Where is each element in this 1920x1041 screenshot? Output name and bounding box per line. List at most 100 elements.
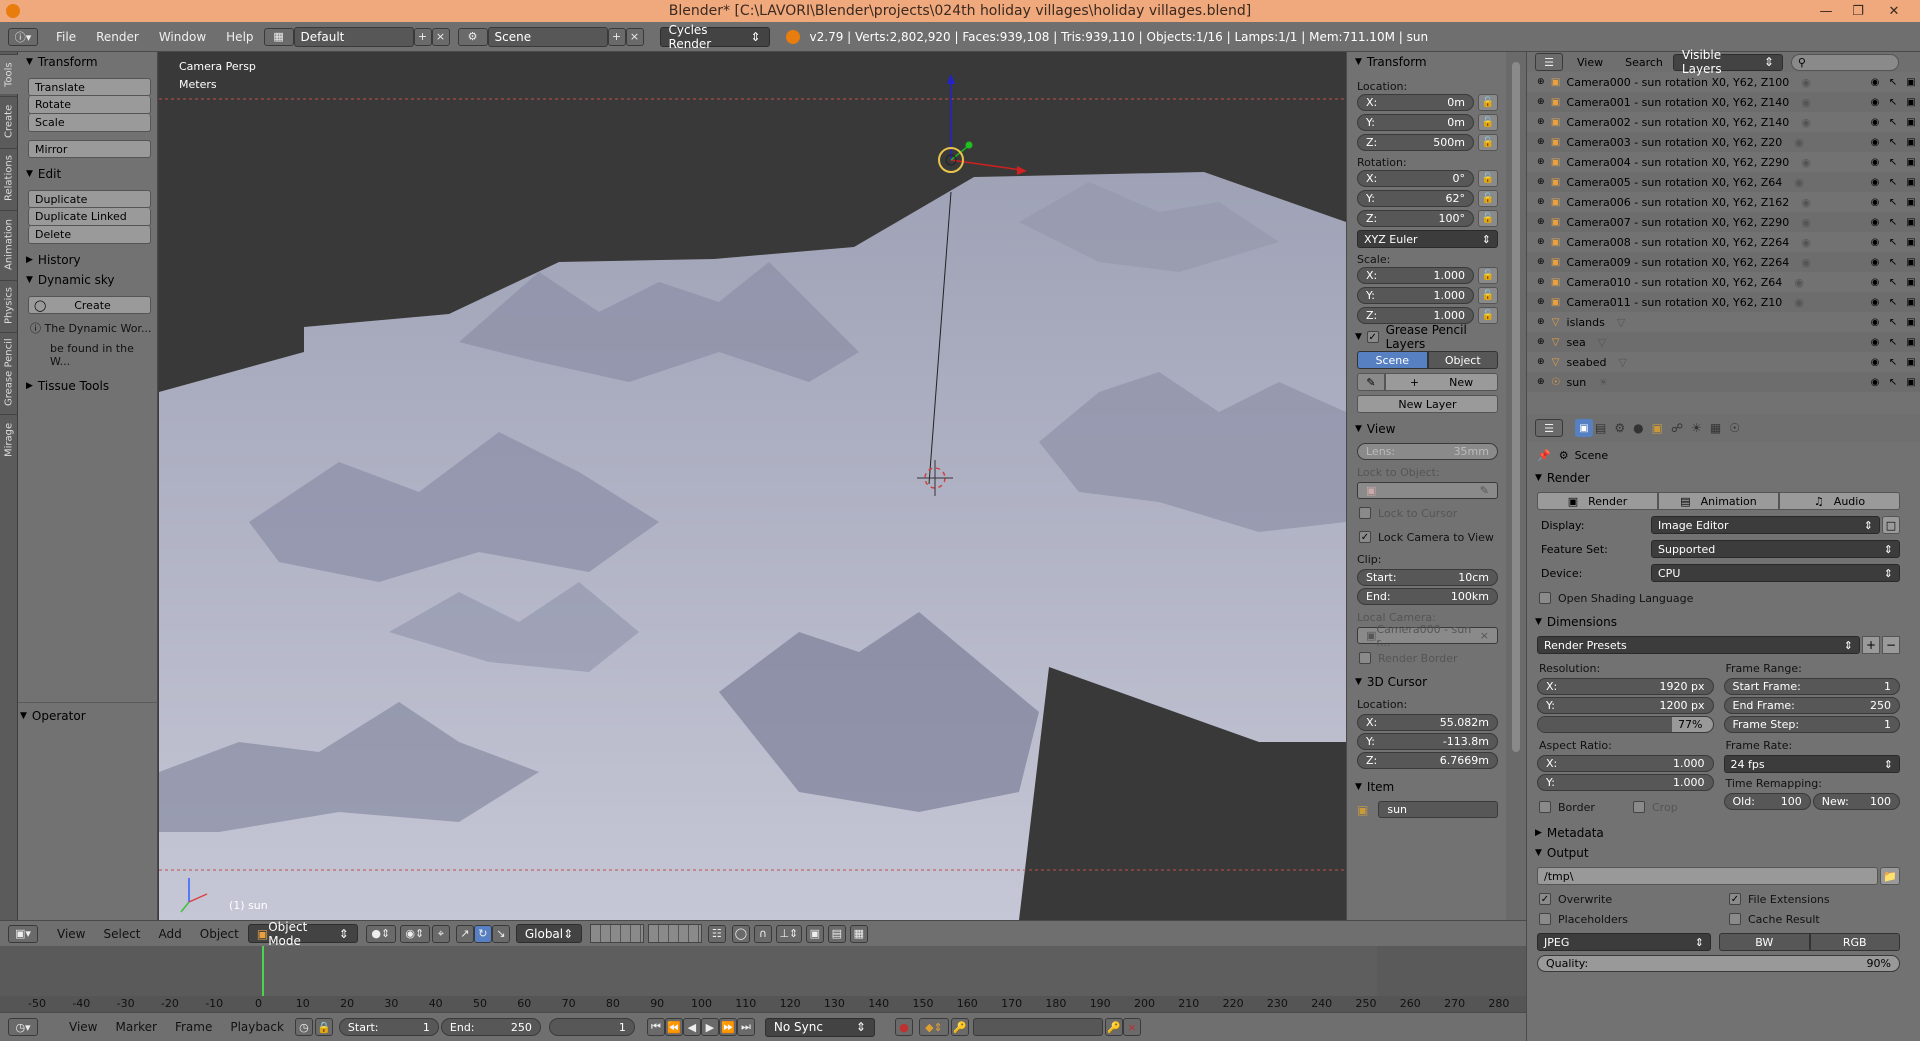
- panel-operator-header[interactable]: ▼ Operator: [12, 706, 86, 726]
- render-icon[interactable]: ▣: [1902, 297, 1920, 308]
- shading-icon[interactable]: ●⇕: [365, 924, 396, 943]
- outliner-row[interactable]: ⊕ ▣ Camera010 - sun rotation X0, Y62, Z64 ◉…: [1527, 272, 1920, 292]
- physics-tab-icon[interactable]: ☉: [1729, 421, 1740, 435]
- camera-data-icon[interactable]: ◉: [1801, 76, 1811, 89]
- camera-data-icon[interactable]: ◉: [1801, 96, 1811, 109]
- snap-element-icon[interactable]: ⊥⇕: [775, 924, 802, 943]
- outliner-view-menu[interactable]: View: [1577, 56, 1603, 69]
- 3d-viewport[interactable]: Camera Persp Meters (1) sun: [159, 52, 1346, 920]
- cursor-icon[interactable]: ↖: [1884, 137, 1902, 148]
- timeline-editor-icon[interactable]: ◷▾: [8, 1018, 38, 1036]
- outliner-item-name[interactable]: islands: [1567, 316, 1605, 329]
- scale-manipulator-icon[interactable]: ↘: [491, 924, 510, 943]
- delete-keyframe-icon[interactable]: ×: [1122, 1018, 1141, 1036]
- outliner-item-name[interactable]: seabed: [1567, 356, 1607, 369]
- clip-end-field[interactable]: End: 100km: [1357, 588, 1498, 605]
- cursor-icon[interactable]: ↖: [1884, 77, 1902, 88]
- panel-render-header[interactable]: ▼ Render: [1527, 468, 1920, 488]
- remove-layout-icon[interactable]: ×: [431, 27, 450, 46]
- render-icon[interactable]: ▣: [1902, 137, 1920, 148]
- resolution-percentage-slider[interactable]: 77%: [1537, 716, 1714, 733]
- fullscreen-icon[interactable]: □: [1882, 516, 1900, 534]
- translate-manipulator-icon[interactable]: ↗: [455, 924, 474, 943]
- menu-window[interactable]: Window: [149, 30, 216, 44]
- expand-icon[interactable]: ⊕: [1537, 257, 1545, 267]
- play-reverse-icon[interactable]: ◀: [682, 1018, 701, 1036]
- camera-data-icon[interactable]: ◉: [1801, 196, 1811, 209]
- scene-icon[interactable]: ⚙: [457, 27, 488, 46]
- menu-render[interactable]: Render: [86, 30, 149, 44]
- frame-menu[interactable]: Frame: [166, 1020, 221, 1034]
- eye-icon[interactable]: ◉: [1866, 337, 1884, 348]
- current-frame-field[interactable]: 1: [548, 1018, 635, 1036]
- render-icon[interactable]: ▣: [1902, 257, 1920, 268]
- lock-icon[interactable]: 🔓: [1478, 307, 1498, 324]
- panel-history-header[interactable]: ▶ History: [18, 250, 157, 270]
- scale-x-field[interactable]: X: 1.000: [1357, 267, 1474, 284]
- camera-data-icon[interactable]: ◉: [1801, 216, 1811, 229]
- tab-physics[interactable]: Physics: [0, 280, 18, 330]
- outliner-item-name[interactable]: Camera008 - sun rotation X0, Y62, Z264: [1567, 236, 1790, 249]
- texture-tab-icon[interactable]: ▦: [1710, 421, 1721, 435]
- frame-step-field[interactable]: Frame Step: 1: [1723, 716, 1900, 733]
- panel-transform-header[interactable]: ▼ Transform: [18, 52, 157, 72]
- duplicate-linked-button[interactable]: Duplicate Linked: [28, 208, 151, 226]
- resolution-y-field[interactable]: Y: 1200 px: [1537, 697, 1714, 714]
- outliner-item-name[interactable]: Camera011 - sun rotation X0, Y62, Z10: [1567, 296, 1783, 309]
- animation-button[interactable]: ▤ Animation: [1658, 492, 1779, 510]
- aspect-y-field[interactable]: Y: 1.000: [1537, 774, 1714, 791]
- tab-tools[interactable]: Tools: [0, 54, 18, 94]
- outliner-row[interactable]: ⊕ ▣ Camera001 - sun rotation X0, Y62, Z140…: [1527, 92, 1920, 112]
- cursor-icon[interactable]: ↖: [1884, 317, 1902, 328]
- scale-button[interactable]: Scale: [28, 114, 151, 132]
- file-format-select[interactable]: JPEG ⇕: [1537, 933, 1711, 951]
- render-engine-select[interactable]: Cycles Render ⇕: [659, 23, 770, 51]
- clip-start-field[interactable]: Start: 10cm: [1357, 569, 1498, 586]
- outliner-row[interactable]: ⊕ ▽ sea ▽ ◉ ↖ ▣: [1527, 332, 1920, 352]
- expand-icon[interactable]: ⊕: [1537, 157, 1545, 167]
- tab-animation[interactable]: Animation: [0, 210, 18, 278]
- render-presets-select[interactable]: Render Presets ⇕: [1537, 636, 1860, 654]
- expand-icon[interactable]: ⊕: [1537, 317, 1545, 327]
- cursor-icon[interactable]: ↖: [1884, 257, 1902, 268]
- quality-slider[interactable]: Quality: 90%: [1537, 955, 1900, 972]
- start-frame-field[interactable]: Start: 1: [338, 1018, 439, 1036]
- jump-end-icon[interactable]: ⏭: [736, 1018, 755, 1036]
- gp-new-button[interactable]: + New: [1385, 373, 1498, 391]
- eye-icon[interactable]: ◉: [1866, 177, 1884, 188]
- add-layout-icon[interactable]: +: [413, 27, 432, 46]
- lock-layers-icon[interactable]: ☷: [707, 924, 726, 943]
- tab-grease-pencil[interactable]: Grease Pencil: [0, 332, 18, 412]
- cursor-icon[interactable]: ↖: [1884, 197, 1902, 208]
- lock-icon[interactable]: 🔓: [1478, 170, 1498, 187]
- timeline[interactable]: -50 -40 -30 -20 -10 0 10 20 30 40 50 60 70 80 90 100 110…: [0, 946, 1526, 1012]
- outliner-item-name[interactable]: Camera009 - sun rotation X0, Y62, Z264: [1567, 256, 1790, 269]
- screen-layout-field[interactable]: Default: [293, 26, 414, 47]
- placeholders-checkbox[interactable]: Placeholders: [1527, 909, 1717, 929]
- render-icon[interactable]: ▣: [1902, 217, 1920, 228]
- properties-scrollbar[interactable]: [1506, 52, 1526, 920]
- output-path-input[interactable]: /tmp\: [1537, 867, 1878, 885]
- outliner-row[interactable]: ⊕ ▣ Camera009 - sun rotation X0, Y62, Z264…: [1527, 252, 1920, 272]
- object-menu[interactable]: Object: [191, 927, 248, 941]
- render-icon[interactable]: ▣: [1902, 177, 1920, 188]
- keying-set-icon[interactable]: ◆⇕: [918, 1018, 949, 1036]
- rotation-x-field[interactable]: X: 0°: [1357, 170, 1474, 187]
- outliner-filter-select[interactable]: Visible Layers ⇕: [1672, 48, 1783, 76]
- cursor-icon[interactable]: ↖: [1884, 117, 1902, 128]
- current-frame-line[interactable]: [262, 946, 264, 996]
- gp-object-toggle[interactable]: Object: [1427, 351, 1498, 369]
- eye-icon[interactable]: ◉: [1866, 317, 1884, 328]
- insert-keyframe-icon[interactable]: 🔑: [1104, 1018, 1123, 1036]
- camera-data-icon[interactable]: ◉: [1801, 236, 1811, 249]
- eye-icon[interactable]: ◉: [1866, 77, 1884, 88]
- outliner-item-name[interactable]: Camera005 - sun rotation X0, Y62, Z64: [1567, 176, 1783, 189]
- mesh-data-icon[interactable]: ▽: [1598, 336, 1606, 349]
- cursor-icon[interactable]: ↖: [1884, 157, 1902, 168]
- menu-file[interactable]: File: [46, 30, 86, 44]
- render-icon[interactable]: ▣: [1902, 97, 1920, 108]
- expand-icon[interactable]: ⊕: [1537, 337, 1545, 347]
- mode-select[interactable]: ▣ Object Mode ⇕: [247, 920, 358, 948]
- eye-icon[interactable]: ◉: [1866, 197, 1884, 208]
- outliner-item-name[interactable]: Camera000 - sun rotation X0, Y62, Z100: [1567, 76, 1790, 89]
